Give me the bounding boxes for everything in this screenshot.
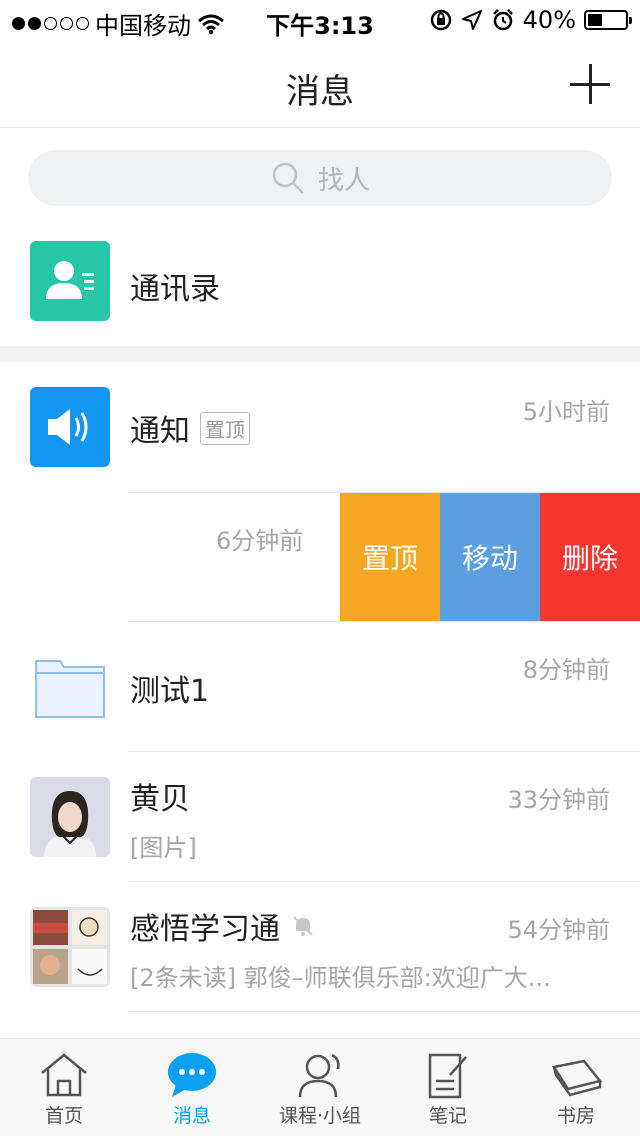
group-avatar (30, 907, 110, 987)
contacts-row[interactable]: 通讯录 (0, 230, 640, 346)
item-title: 通知 置顶 (130, 406, 250, 450)
tab-bar: 首页 消息 课程·小组 笔记 书房 (0, 1038, 640, 1136)
row-divider (128, 1011, 640, 1012)
tab-label: 首页 (44, 1105, 83, 1127)
avatar (30, 777, 110, 857)
item-title: 感悟学习通 (130, 904, 316, 948)
section-divider (0, 346, 640, 362)
list-item-folder[interactable]: 测试1 8分钟前 (0, 622, 640, 752)
tab-library[interactable]: 书房 (512, 1039, 640, 1136)
tab-label: 笔记 (428, 1105, 467, 1127)
item-subtitle: [图片] (130, 834, 197, 862)
search-input[interactable]: 找人 (28, 150, 612, 206)
chat-bubble-icon (168, 1053, 216, 1097)
home-icon (41, 1053, 87, 1097)
search-placeholder: 找人 (317, 165, 370, 196)
tab-label: 消息 (172, 1105, 211, 1127)
battery-percent: 40% (522, 6, 576, 34)
speaker-icon (30, 387, 110, 467)
list-item-group[interactable]: 感悟学习通 54分钟前 [2条未读] 郭俊–师联俱乐部:欢迎广大... (0, 882, 640, 1012)
tab-label: 书房 (556, 1105, 595, 1127)
tab-label: 课程·小组 (278, 1105, 362, 1127)
list-item-notice[interactable]: 通知 置顶 5小时前 (0, 362, 640, 492)
mute-icon (293, 916, 313, 936)
item-time: 8分钟前 (522, 656, 610, 684)
tab-messages[interactable]: 消息 (128, 1039, 256, 1136)
location-icon (461, 10, 482, 30)
status-bar: 中国移动 下午3:13 40% (0, 0, 640, 40)
status-right: 40% (429, 6, 632, 34)
item-subtitle: [2条未读] 郭俊–师联俱乐部:欢迎广大... (130, 964, 551, 992)
pinned-badge: 置顶 (200, 411, 250, 445)
nav-bar: 消息 (0, 40, 640, 128)
rotation-lock-icon (430, 9, 451, 31)
contacts-icon (30, 241, 110, 321)
search-icon (272, 162, 304, 194)
list-item-contact[interactable]: 黄贝 33分钟前 [图片] (0, 752, 640, 882)
delete-action-button[interactable]: 删除 (540, 493, 640, 621)
folder-icon (30, 647, 110, 727)
alarm-icon (492, 9, 513, 31)
item-title-text: 通知 (130, 414, 190, 449)
contacts-label: 通讯录 (130, 272, 220, 307)
list-item-swiped[interactable]: 6分钟前 置顶 移动 删除 (128, 492, 640, 622)
tab-courses[interactable]: 课程·小组 (256, 1039, 384, 1136)
page-title: 消息 (286, 72, 354, 112)
item-title: 黄贝 (130, 782, 190, 817)
item-title: 测试1 (130, 674, 210, 709)
move-action-button[interactable]: 移动 (440, 493, 540, 621)
pin-action-button[interactable]: 置顶 (340, 493, 440, 621)
item-time: 5小时前 (522, 398, 610, 426)
item-time: 54分钟前 (507, 916, 610, 944)
person-icon (298, 1053, 340, 1098)
book-icon (551, 1059, 602, 1097)
tab-notes[interactable]: 笔记 (384, 1039, 512, 1136)
item-time: 33分钟前 (507, 786, 610, 814)
item-title-text: 感悟学习通 (130, 912, 280, 947)
item-time: 6分钟前 (216, 527, 304, 555)
battery-icon (584, 10, 632, 30)
note-icon (428, 1053, 467, 1099)
tab-home[interactable]: 首页 (0, 1039, 128, 1136)
add-button[interactable] (570, 64, 610, 104)
